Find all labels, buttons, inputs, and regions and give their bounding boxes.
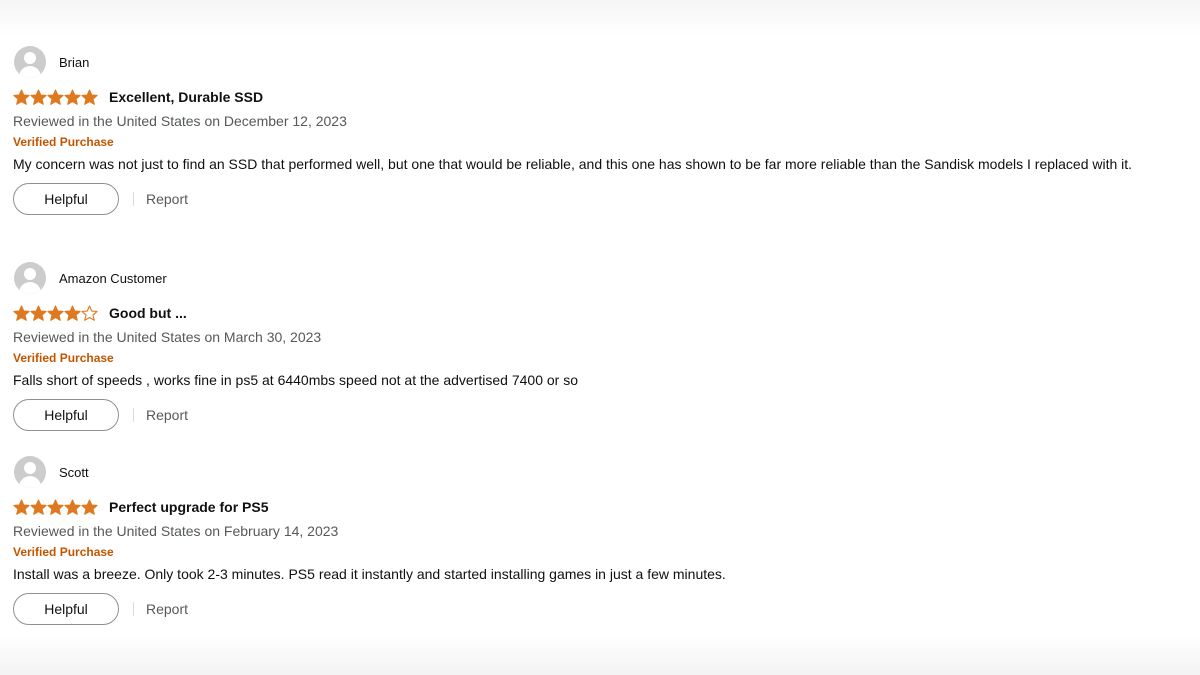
verified-purchase-badge: Verified Purchase: [13, 135, 114, 149]
star-filled-icon: [64, 88, 81, 105]
star-filled-icon: [81, 88, 98, 105]
star-filled-icon: [30, 88, 47, 105]
divider: [133, 192, 134, 206]
rating-line: Good but ...: [13, 301, 1188, 325]
star-rating[interactable]: [13, 304, 98, 322]
review-title[interactable]: Good but ...: [109, 305, 187, 321]
review-body: Install was a breeze. Only took 2-3 minu…: [13, 566, 726, 582]
rating-line: Excellent, Durable SSD: [13, 85, 1188, 109]
star-filled-icon: [47, 498, 64, 515]
rating-line: Perfect upgrade for PS5: [13, 495, 1188, 519]
review-date: Reviewed in the United States on Februar…: [13, 523, 339, 539]
review-card: Amazon Customer Good but ... Reviewed in…: [13, 261, 1188, 431]
review-date: Reviewed in the United States on March 3…: [13, 329, 322, 345]
star-rating[interactable]: [13, 88, 98, 106]
helpful-button[interactable]: Helpful: [13, 399, 119, 431]
star-filled-icon: [30, 498, 47, 515]
report-link[interactable]: Report: [146, 407, 188, 423]
default-avatar-icon: [14, 46, 46, 78]
review-actions: Helpful Report: [13, 593, 1188, 625]
reviewer-profile[interactable]: Scott: [13, 455, 1188, 489]
reviewer-name[interactable]: Amazon Customer: [59, 271, 167, 286]
star-empty-icon: [81, 304, 98, 321]
review-title[interactable]: Excellent, Durable SSD: [109, 89, 263, 105]
star-filled-icon: [64, 304, 81, 321]
helpful-button[interactable]: Helpful: [13, 183, 119, 215]
star-rating[interactable]: [13, 498, 98, 516]
star-filled-icon: [81, 498, 98, 515]
review-actions: Helpful Report: [13, 183, 1188, 215]
reviewer-name[interactable]: Scott: [59, 465, 89, 480]
reviewer-profile[interactable]: Amazon Customer: [13, 261, 1188, 295]
star-filled-icon: [13, 304, 30, 321]
review-body: My concern was not just to find an SSD t…: [13, 156, 1133, 172]
default-avatar-icon: [14, 262, 46, 294]
reviews-list: Brian Excellent, Durable SSD Reviewed in…: [0, 36, 1200, 636]
star-filled-icon: [13, 88, 30, 105]
reviewer-profile[interactable]: Brian: [13, 45, 1188, 79]
divider: [133, 602, 134, 616]
star-filled-icon: [47, 304, 64, 321]
star-filled-icon: [64, 498, 81, 515]
review-actions: Helpful Report: [13, 399, 1188, 431]
star-filled-icon: [47, 88, 64, 105]
verified-purchase-badge: Verified Purchase: [13, 351, 114, 365]
review-title[interactable]: Perfect upgrade for PS5: [109, 499, 269, 515]
divider: [133, 408, 134, 422]
report-link[interactable]: Report: [146, 191, 188, 207]
default-avatar-icon: [14, 456, 46, 488]
star-filled-icon: [30, 304, 47, 321]
star-filled-icon: [13, 498, 30, 515]
report-link[interactable]: Report: [146, 601, 188, 617]
helpful-button[interactable]: Helpful: [13, 593, 119, 625]
review-card: Scott Perfect upgrade for PS5 Reviewed i…: [13, 455, 1188, 625]
page: Brian Excellent, Durable SSD Reviewed in…: [0, 0, 1200, 675]
reviewer-name[interactable]: Brian: [59, 55, 89, 70]
verified-purchase-badge: Verified Purchase: [13, 545, 114, 559]
review-date: Reviewed in the United States on Decembe…: [13, 113, 347, 129]
review-body: Falls short of speeds , works fine in ps…: [13, 372, 578, 388]
review-card: Brian Excellent, Durable SSD Reviewed in…: [13, 45, 1188, 215]
